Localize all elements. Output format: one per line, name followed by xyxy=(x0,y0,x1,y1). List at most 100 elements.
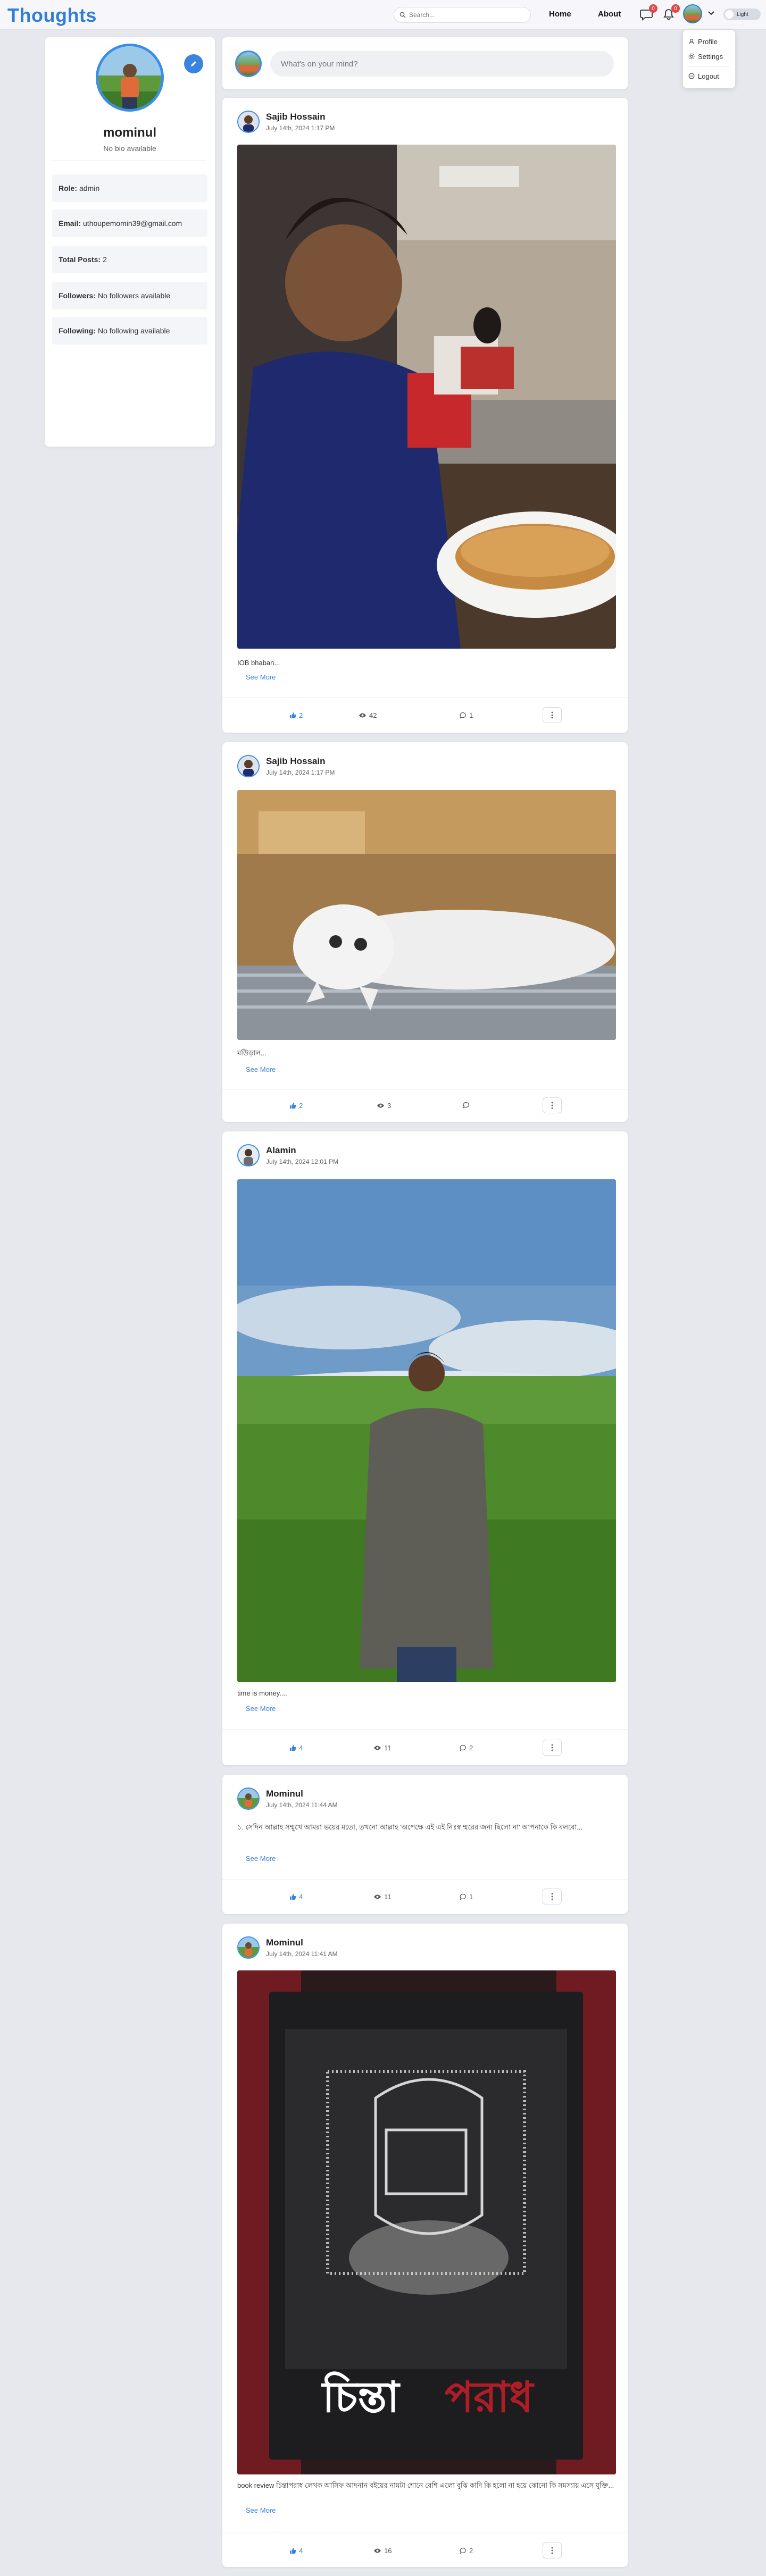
theme-toggle[interactable]: Light xyxy=(723,9,761,20)
chevron-down-icon[interactable] xyxy=(707,11,715,16)
edit-profile-button[interactable] xyxy=(184,54,203,73)
pencil-icon xyxy=(191,61,196,66)
post-image[interactable]: চিন্তা পরাধ xyxy=(237,1970,616,2474)
view-count: 16 xyxy=(384,2547,392,2555)
nav-avatar[interactable] xyxy=(683,4,702,23)
profile-field-value: uthoupemomin39@gmail.com xyxy=(83,219,182,228)
post-author-name[interactable]: Sajib Hossain xyxy=(266,756,325,767)
post-options-button[interactable] xyxy=(543,1097,562,1113)
post-author-avatar[interactable] xyxy=(237,1144,260,1167)
profile-following-field: Following: No following available xyxy=(52,317,207,345)
messages-badge: 0 xyxy=(649,4,657,13)
profile-field-value: admin xyxy=(79,184,100,192)
comment-icon xyxy=(460,1893,466,1900)
post-card: Alamin July 14th, 2024 12:01 PM time is … xyxy=(222,1131,628,1765)
comment-icon xyxy=(463,1102,469,1109)
see-more-link[interactable]: See More xyxy=(246,673,276,681)
post-date: July 14th, 2024 11:44 AM xyxy=(266,1801,338,1809)
notifications-badge: 0 xyxy=(671,4,680,13)
profile-field-value: No followers available xyxy=(98,291,171,300)
like-button[interactable]: 4 xyxy=(289,1744,303,1752)
profile-avatar xyxy=(96,44,164,112)
post-options-button[interactable] xyxy=(543,1889,562,1904)
profile-role-field: Role: admin xyxy=(52,174,207,202)
dropdown-profile[interactable]: Profile xyxy=(688,34,730,49)
more-vertical-icon xyxy=(551,2547,553,2554)
comment-button[interactable]: 2 xyxy=(460,1744,473,1752)
post-author-name[interactable]: Mominul xyxy=(266,1937,303,1948)
nav-home-link[interactable]: Home xyxy=(549,10,571,19)
post-author-avatar[interactable] xyxy=(237,1936,260,1959)
profile-card: mominul No bio available Role: admin Emai… xyxy=(45,37,215,447)
post-date: July 14th, 2024 11:41 AM xyxy=(266,1950,338,1958)
see-more-link[interactable]: See More xyxy=(246,1705,276,1713)
thumbs-up-icon xyxy=(290,1745,296,1751)
more-vertical-icon xyxy=(551,711,553,719)
post-options-button[interactable] xyxy=(543,707,562,723)
profile-name: mominul xyxy=(103,125,156,140)
dropdown-settings[interactable]: Settings xyxy=(688,49,730,64)
like-button[interactable]: 4 xyxy=(289,1893,303,1901)
post-options-button[interactable] xyxy=(543,1740,562,1756)
post-card: Mominul July 14th, 2024 11:44 AM ১. সেদি… xyxy=(222,1775,628,1914)
post-author-avatar[interactable] xyxy=(237,755,260,777)
post-options-button[interactable] xyxy=(543,2543,562,2558)
see-more-link[interactable]: See More xyxy=(246,1855,276,1862)
more-vertical-icon xyxy=(551,1893,553,1900)
profile-bio: No bio available xyxy=(103,144,156,153)
comment-button[interactable] xyxy=(463,1102,472,1109)
messages-button[interactable]: 0 xyxy=(639,4,657,21)
post-image[interactable] xyxy=(237,790,616,1040)
post-date: July 14th, 2024 1:17 PM xyxy=(266,769,335,776)
comment-count: 2 xyxy=(469,2547,473,2555)
toggle-knob xyxy=(725,10,734,19)
comment-button[interactable]: 2 xyxy=(460,2547,473,2555)
gear-icon xyxy=(688,53,695,60)
navbar: Thoughts Home About 0 0 Light xyxy=(0,0,766,30)
like-button[interactable]: 2 xyxy=(289,711,303,719)
post-card: Mominul July 14th, 2024 11:41 AM চিন্তা … xyxy=(222,1924,628,2567)
compose-input[interactable] xyxy=(270,51,614,77)
nav-about-link[interactable]: About xyxy=(598,10,621,19)
post-author-avatar[interactable] xyxy=(237,1788,260,1810)
app-logo[interactable]: Thoughts xyxy=(7,4,97,27)
post-author-name[interactable]: Mominul xyxy=(266,1789,303,1799)
post-author-name[interactable]: Alamin xyxy=(266,1145,296,1156)
views-indicator: 11 xyxy=(373,1893,392,1901)
post-date: July 14th, 2024 1:17 PM xyxy=(266,124,335,132)
comment-button[interactable]: 1 xyxy=(460,1893,473,1901)
post-text: ১. সেদিন আল্লাহ সম্মুখে আমরা ভয়ের মতো, … xyxy=(237,1823,582,1831)
notifications-button[interactable]: 0 xyxy=(662,4,680,21)
comment-icon xyxy=(460,712,466,719)
see-more-link[interactable]: See More xyxy=(246,1065,276,1073)
profile-field-label: Total Posts: xyxy=(59,255,101,264)
search-icon xyxy=(399,12,406,18)
svg-text:চিন্তা: চিন্তা xyxy=(321,2371,401,2422)
post-author-name[interactable]: Sajib Hossain xyxy=(266,112,325,122)
like-button[interactable]: 4 xyxy=(289,2547,303,2555)
search-bar[interactable] xyxy=(394,7,531,23)
search-input[interactable] xyxy=(409,11,515,19)
views-indicator: 16 xyxy=(373,2547,392,2555)
comment-button[interactable]: 1 xyxy=(460,711,473,719)
view-count: 3 xyxy=(387,1102,392,1110)
compose-avatar xyxy=(235,51,262,77)
thumbs-up-icon xyxy=(290,2548,296,2554)
post-card: Sajib Hossain July 14th, 2024 1:17 PM মউ… xyxy=(222,742,628,1122)
profile-posts-field: Total Posts: 2 xyxy=(52,246,207,273)
post-author-avatar[interactable] xyxy=(237,111,260,133)
post-image[interactable] xyxy=(237,1179,616,1682)
post-image[interactable] xyxy=(237,145,616,649)
like-button[interactable]: 2 xyxy=(289,1102,303,1110)
eye-icon xyxy=(374,2548,381,2553)
svg-text:পরাধ: পরাধ xyxy=(445,2372,535,2422)
profile-email-field: Email: uthoupemomin39@gmail.com xyxy=(52,209,207,237)
like-count: 2 xyxy=(299,1102,303,1110)
user-icon xyxy=(688,38,695,45)
profile-field-label: Following: xyxy=(59,326,96,335)
dropdown-logout[interactable]: Logout xyxy=(688,69,730,83)
logout-icon xyxy=(688,73,695,79)
view-count: 11 xyxy=(384,1744,392,1752)
see-more-link[interactable]: See More xyxy=(246,2506,276,2514)
eye-icon xyxy=(374,1894,381,1899)
